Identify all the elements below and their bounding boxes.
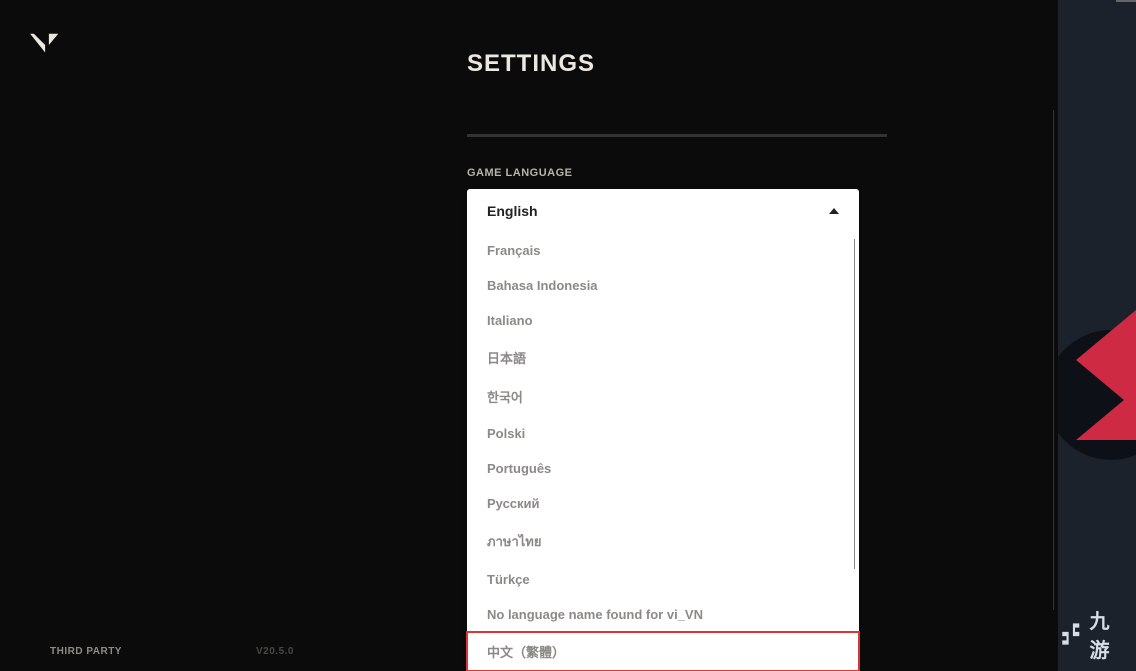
language-option-indonesia[interactable]: Bahasa Indonesia [467, 268, 859, 303]
window-minimize-button[interactable] [1116, 0, 1136, 2]
right-decorative-panel: 九游 [1058, 0, 1136, 671]
selected-language-text: English [487, 203, 538, 219]
chevron-up-icon [829, 208, 839, 214]
app-logo-icon [28, 30, 66, 60]
language-option-francais[interactable]: Français [467, 233, 859, 268]
settings-window: SETTINGS GAME LANGUAGE English Français … [0, 0, 1058, 671]
game-language-label: GAME LANGUAGE [467, 167, 897, 179]
decorative-triangle-2 [1076, 390, 1136, 440]
page-title: SETTINGS [467, 50, 897, 78]
language-option-chinese-traditional[interactable]: 中文（繁體） [467, 632, 859, 671]
language-option-vivn[interactable]: No language name found for vi_VN [467, 597, 859, 632]
language-option-japanese[interactable]: 日本語 [467, 338, 859, 377]
language-option-portugues[interactable]: Português [467, 451, 859, 486]
content-scrollbar[interactable] [1053, 110, 1054, 610]
language-option-polski[interactable]: Polski [467, 416, 859, 451]
language-option-russian[interactable]: Русский [467, 486, 859, 521]
language-option-italiano[interactable]: Italiano [467, 303, 859, 338]
language-dropdown-selected[interactable]: English [467, 189, 859, 233]
watermark-icon [1058, 620, 1084, 648]
third-party-link[interactable]: THIRD PARTY [50, 646, 122, 657]
language-dropdown-list: Français Bahasa Indonesia Italiano 日本語 한… [467, 233, 859, 671]
watermark-text: 九游 [1090, 605, 1126, 663]
language-option-korean[interactable]: 한국어 [467, 377, 859, 416]
watermark: 九游 [1058, 605, 1126, 663]
version-label: V20.5.0 [256, 646, 294, 657]
language-option-turkce[interactable]: Türkçe [467, 562, 859, 597]
settings-content: SETTINGS GAME LANGUAGE English Français … [467, 50, 897, 671]
language-dropdown: English Français Bahasa Indonesia Italia… [467, 189, 859, 671]
dropdown-scrollbar[interactable] [854, 239, 855, 569]
section-divider [467, 134, 887, 137]
language-option-thai[interactable]: ภาษาไทย [467, 521, 859, 562]
